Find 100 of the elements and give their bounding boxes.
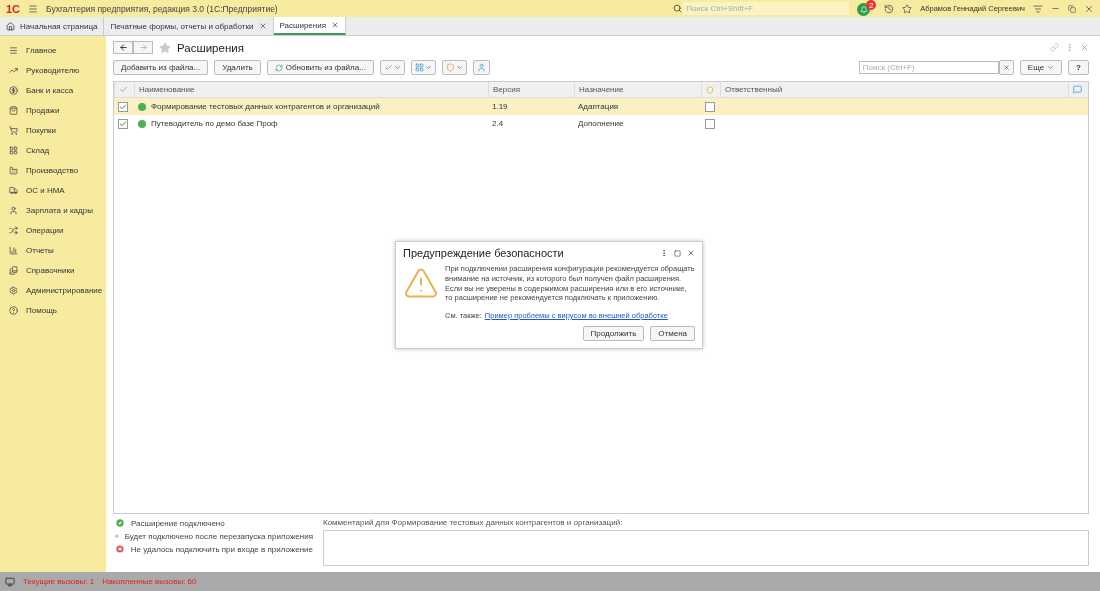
- list-icon: [9, 45, 18, 55]
- column-header[interactable]: Ответственный: [720, 82, 1068, 97]
- app-logo: 1С: [6, 2, 21, 15]
- trend-icon: [9, 65, 18, 75]
- sidebar-item[interactable]: Справочники: [26, 265, 75, 275]
- sidebar-item[interactable]: Администрирование: [26, 285, 103, 295]
- tab-label: Расширения: [279, 20, 327, 30]
- sidebar-item[interactable]: Производство: [26, 165, 79, 175]
- cart-icon: [9, 125, 18, 135]
- tab[interactable]: Начальная страница: [0, 17, 105, 35]
- table-row[interactable]: Формирование тестовых данных контрагентов и организаций 1.19 Адаптация: [114, 98, 1088, 115]
- legend-text: Не удалось подключить при входе в приложение: [130, 544, 313, 554]
- check-icon: [383, 63, 393, 72]
- sidebar-item[interactable]: Покупки: [26, 125, 57, 135]
- form-title: Расширения: [177, 41, 244, 54]
- restore-icon[interactable]: [1068, 4, 1076, 13]
- status-text: Накопленные вызовы: 60: [102, 577, 197, 586]
- dialog-button[interactable]: Отмена: [650, 326, 695, 341]
- column-header[interactable]: Наименование: [134, 82, 488, 97]
- tab-label: Печатные формы, отчеты и обработки: [110, 21, 254, 31]
- cross-circle-icon: [115, 544, 125, 554]
- dialog-title: Предупреждение безопасности: [403, 247, 564, 259]
- sidebar-item[interactable]: ОС и НМА: [26, 185, 65, 195]
- more-icon[interactable]: [660, 249, 668, 257]
- legend-text: Будет подключено после перезапуска приложения: [124, 531, 313, 541]
- circle-icon: [115, 531, 119, 541]
- filter-icon[interactable]: [1033, 3, 1043, 14]
- search-field[interactable]: Поиск Ctrl+Shift+F: [683, 2, 850, 15]
- arrow-right-icon: [138, 43, 148, 52]
- home-icon: [6, 21, 15, 31]
- sidebar-item[interactable]: Банк и касса: [26, 85, 74, 95]
- more-button[interactable]: Еще: [1019, 60, 1063, 75]
- grid-icon: [9, 145, 18, 155]
- status-text: Текущие вызовы: 1: [23, 577, 95, 586]
- bar-chart-icon: [9, 245, 18, 255]
- menu-icon[interactable]: [28, 3, 39, 14]
- shield-icon: [706, 85, 714, 94]
- sidebar-item[interactable]: Главное: [26, 45, 57, 55]
- dialog-button[interactable]: Продолжить: [582, 326, 645, 341]
- sidebar-item[interactable]: Помощь: [26, 305, 57, 315]
- comment-label: Комментарий для Формирование тестовых данных контрагентов и организаций:: [323, 518, 624, 527]
- back-button[interactable]: [113, 41, 133, 54]
- table-cell-text: 2.4: [491, 118, 505, 130]
- person-icon: [9, 205, 18, 215]
- sidebar-item[interactable]: Зарплата и кадры: [26, 205, 93, 215]
- shield-icon: [445, 63, 455, 72]
- maximize-icon[interactable]: [674, 249, 681, 257]
- chevron-down-icon: [393, 64, 401, 71]
- sidebar-item[interactable]: Продажи: [26, 105, 60, 115]
- close-icon[interactable]: [687, 249, 695, 257]
- close-icon[interactable]: [331, 21, 340, 29]
- checkbox[interactable]: [705, 101, 715, 112]
- tab[interactable]: Печатные формы, отчеты и обработки: [104, 17, 274, 35]
- comment-field[interactable]: [323, 530, 1089, 566]
- close-icon[interactable]: [1080, 43, 1089, 52]
- grid-icon: [414, 63, 424, 72]
- notifications-button[interactable]: [857, 3, 871, 16]
- tab-label: Начальная страница: [20, 21, 98, 31]
- close-icon[interactable]: [1084, 3, 1094, 14]
- star-icon[interactable]: [902, 3, 913, 14]
- link-icon[interactable]: [1050, 43, 1059, 52]
- chevron-down-icon: [455, 64, 463, 71]
- toolbar-button[interactable]: Добавить из файла...: [113, 60, 209, 75]
- truck-icon: [9, 185, 18, 195]
- tab[interactable]: Расширения: [273, 17, 347, 35]
- sidebar-item[interactable]: Руководителю: [26, 65, 80, 75]
- checkbox[interactable]: [118, 118, 128, 129]
- sidebar-item[interactable]: Операции: [26, 225, 64, 235]
- search-field[interactable]: Поиск (Ctrl+F): [858, 61, 999, 74]
- factory-icon: [9, 165, 18, 175]
- coin-icon: [9, 85, 18, 95]
- chevron-down-icon: [424, 64, 432, 71]
- table-cell-text: Дополнение: [577, 118, 625, 130]
- toolbar-button[interactable]: Обновить из файла...: [266, 60, 374, 75]
- sidebar-item[interactable]: Склад: [26, 145, 50, 155]
- table-cell-text: 1.19: [491, 101, 509, 113]
- comment-icon: [1073, 85, 1082, 94]
- checkbox[interactable]: [705, 118, 715, 129]
- search-icon[interactable]: [673, 4, 683, 13]
- person-button[interactable]: [472, 60, 490, 75]
- books-icon: [9, 265, 18, 275]
- dropdown-button[interactable]: [441, 60, 467, 75]
- dropdown-button[interactable]: [410, 60, 436, 75]
- toolbar-button[interactable]: Удалить: [214, 60, 261, 75]
- monitor-icon[interactable]: [5, 576, 15, 587]
- column-header[interactable]: Версия: [488, 82, 574, 97]
- dropdown-button[interactable]: [379, 60, 405, 75]
- table-cell-text: Адаптация: [577, 101, 620, 113]
- legend-text: Расширение подключено: [131, 518, 225, 528]
- arrow-left-icon: [118, 43, 128, 52]
- shuffle-icon: [9, 225, 18, 235]
- checkbox[interactable]: [118, 101, 128, 112]
- table-cell: Путеводитель по демо базе Проф: [151, 119, 278, 128]
- more-icon[interactable]: [1065, 43, 1074, 52]
- column-header[interactable]: Назначение: [574, 82, 701, 97]
- history-icon[interactable]: [884, 3, 895, 14]
- close-icon[interactable]: [258, 22, 267, 30]
- bell-icon: [859, 5, 868, 14]
- help-button[interactable]: ?: [1068, 60, 1089, 75]
- sidebar-item[interactable]: Отчеты: [26, 245, 54, 255]
